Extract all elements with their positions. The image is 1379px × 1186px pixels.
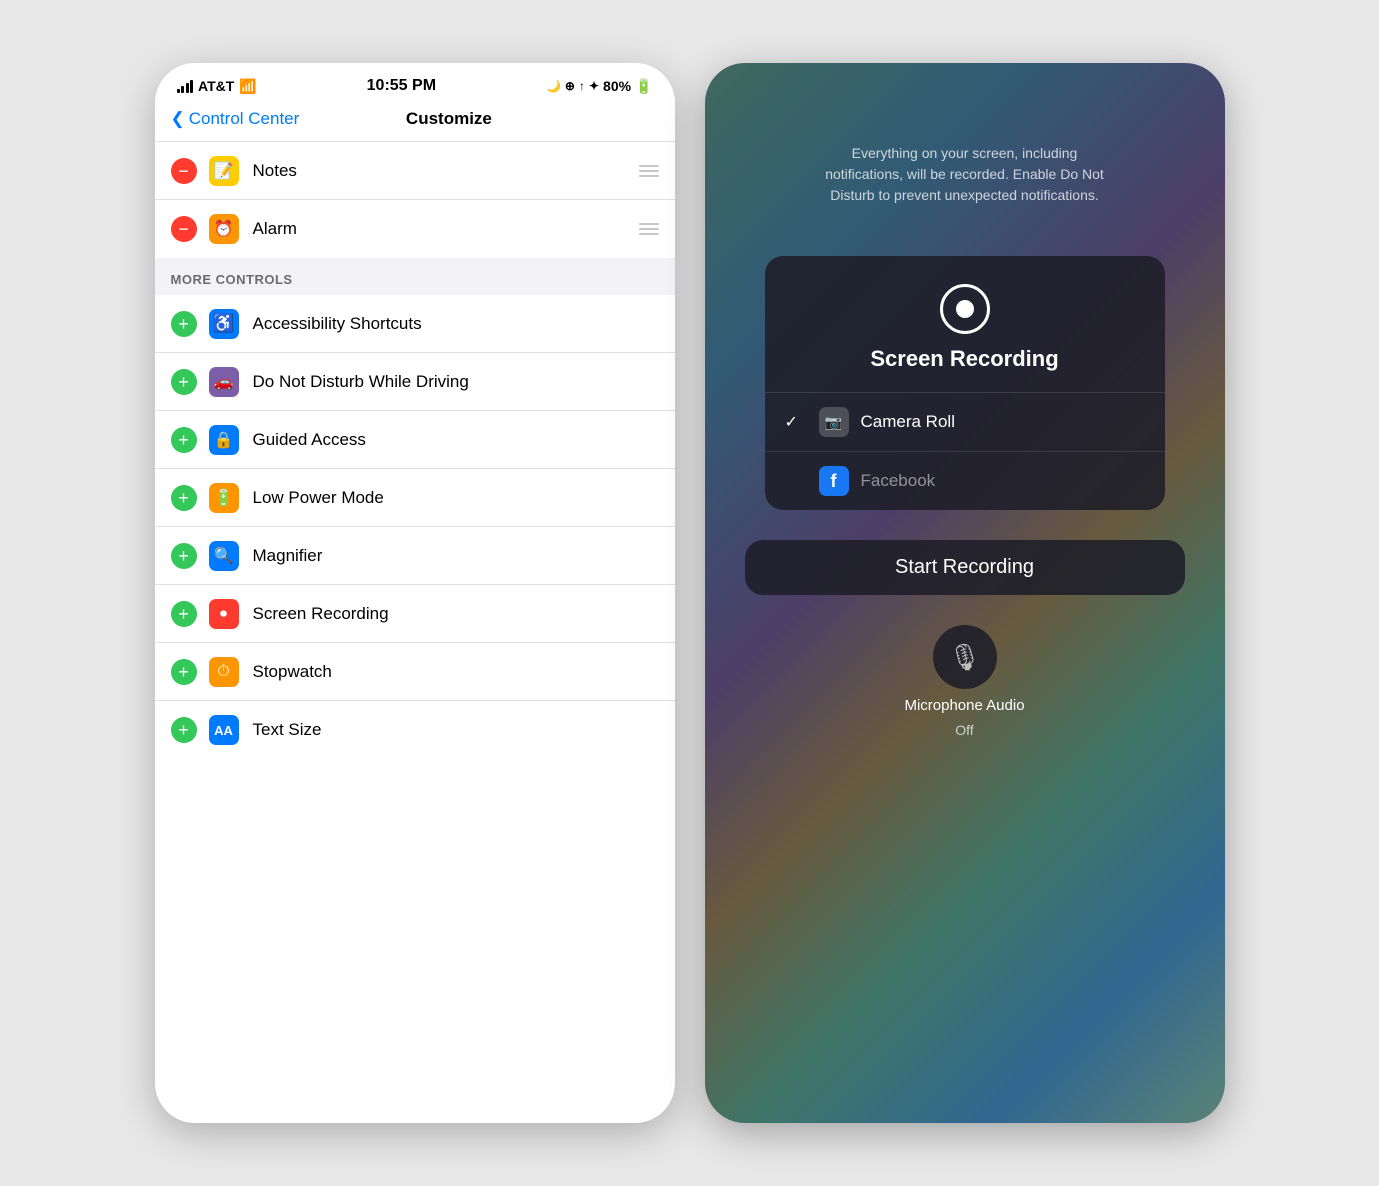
record-inner-circle bbox=[956, 300, 974, 318]
moon-icon: 🌙 bbox=[546, 79, 561, 93]
camera-roll-option[interactable]: ✓ 📷 Camera Roll bbox=[765, 393, 1165, 452]
list-item[interactable]: + 🔒 Guided Access bbox=[155, 411, 675, 469]
lock-icon: 🔒 bbox=[214, 430, 234, 450]
start-recording-button[interactable]: Start Recording bbox=[745, 540, 1185, 595]
battery-icon: 🔋 bbox=[635, 78, 652, 95]
camera-icon: 📷 bbox=[825, 414, 842, 431]
list-item[interactable]: + ⏺ Screen Recording bbox=[155, 585, 675, 643]
notes-label: Notes bbox=[253, 161, 639, 181]
add-button[interactable]: + bbox=[171, 311, 197, 337]
recording-title: Screen Recording bbox=[870, 346, 1058, 372]
record-icon: ⏺ bbox=[220, 605, 227, 622]
low-power-app-icon: 🔋 bbox=[209, 483, 239, 513]
add-button[interactable]: + bbox=[171, 427, 197, 453]
list-item[interactable]: − ⏰ Alarm bbox=[155, 200, 675, 258]
magnifier-icon: 🔍 bbox=[214, 546, 234, 566]
stopwatch-app-icon: ⏱ bbox=[209, 657, 239, 687]
chevron-left-icon: ❮ bbox=[171, 109, 185, 129]
accessibility-icon: ♿ bbox=[212, 313, 234, 334]
add-button[interactable]: + bbox=[171, 717, 197, 743]
left-phone: AT&T 📶 10:55 PM 🌙 ⊕ ↑ ✦ 80% 🔋 ❮ Control … bbox=[155, 63, 675, 1123]
arrow-icon: ↑ bbox=[579, 79, 585, 93]
included-items-section: − 📝 Notes − ⏰ Alarm bbox=[155, 142, 675, 258]
carrier-label: AT&T bbox=[198, 78, 234, 94]
dnd-driving-label: Do Not Disturb While Driving bbox=[253, 372, 659, 392]
status-right: 🌙 ⊕ ↑ ✦ 80% 🔋 bbox=[546, 78, 653, 95]
list-item[interactable]: + ⏱ Stopwatch bbox=[155, 643, 675, 701]
status-left: AT&T 📶 bbox=[177, 78, 257, 95]
microphone-label: Microphone Audio bbox=[904, 697, 1024, 714]
text-size-app-icon: AA bbox=[209, 715, 239, 745]
battery-low-icon: 🔋 bbox=[214, 488, 234, 508]
add-button[interactable]: + bbox=[171, 485, 197, 511]
more-controls-header: MORE CONTROLS bbox=[155, 258, 675, 295]
add-button[interactable]: + bbox=[171, 543, 197, 569]
remove-button[interactable]: − bbox=[171, 216, 197, 242]
status-bar: AT&T 📶 10:55 PM 🌙 ⊕ ↑ ✦ 80% 🔋 bbox=[155, 63, 675, 103]
screen-recording-label: Screen Recording bbox=[253, 604, 659, 624]
stopwatch-label: Stopwatch bbox=[253, 662, 659, 682]
accessibility-app-icon: ♿ bbox=[209, 309, 239, 339]
dnd-driving-app-icon: 🚗 bbox=[209, 367, 239, 397]
more-controls-section: + ♿ Accessibility Shortcuts + 🚗 Do Not D… bbox=[155, 295, 675, 759]
notes-icon: 📝 bbox=[214, 161, 234, 181]
battery-label: 80% bbox=[603, 78, 631, 94]
warning-text: Everything on your screen, including not… bbox=[815, 143, 1115, 206]
alarm-icon: ⏰ bbox=[214, 219, 234, 239]
facebook-icon: f bbox=[819, 466, 849, 496]
recording-header: Screen Recording bbox=[765, 256, 1165, 393]
notes-app-icon: 📝 bbox=[209, 156, 239, 186]
microphone-button[interactable]: 🎙 bbox=[933, 625, 997, 689]
time-label: 10:55 PM bbox=[367, 77, 436, 95]
guided-access-app-icon: 🔒 bbox=[209, 425, 239, 455]
list-item[interactable]: + 🔋 Low Power Mode bbox=[155, 469, 675, 527]
checkmark-icon: ✓ bbox=[785, 412, 805, 432]
back-label: Control Center bbox=[189, 109, 300, 129]
signal-bars bbox=[177, 80, 194, 93]
list-item[interactable]: + ♿ Accessibility Shortcuts bbox=[155, 295, 675, 353]
facebook-label: Facebook bbox=[861, 471, 936, 491]
camera-roll-label: Camera Roll bbox=[861, 412, 955, 432]
magnifier-label: Magnifier bbox=[253, 546, 659, 566]
microphone-sublabel: Off bbox=[955, 722, 973, 738]
alarm-label: Alarm bbox=[253, 219, 639, 239]
microphone-icon: 🎙 bbox=[948, 642, 981, 673]
text-size-icon: AA bbox=[214, 723, 233, 738]
list-item[interactable]: + 🔍 Magnifier bbox=[155, 527, 675, 585]
back-button[interactable]: ❮ Control Center bbox=[171, 109, 300, 129]
list-item[interactable]: + AA Text Size bbox=[155, 701, 675, 759]
nav-bar: ❮ Control Center Customize bbox=[155, 103, 675, 142]
add-button[interactable]: + bbox=[171, 659, 197, 685]
accessibility-label: Accessibility Shortcuts bbox=[253, 314, 659, 334]
nav-title: Customize bbox=[299, 109, 598, 129]
add-button[interactable]: + bbox=[171, 369, 197, 395]
microphone-section: 🎙 Microphone Audio Off bbox=[904, 625, 1024, 738]
add-button[interactable]: + bbox=[171, 601, 197, 627]
facebook-option[interactable]: ✓ f Facebook bbox=[765, 452, 1165, 510]
list-item[interactable]: − 📝 Notes bbox=[155, 142, 675, 200]
camera-roll-icon: 📷 bbox=[819, 407, 849, 437]
car-icon: 🚗 bbox=[214, 372, 234, 392]
stopwatch-icon: ⏱ bbox=[217, 663, 229, 681]
magnifier-app-icon: 🔍 bbox=[209, 541, 239, 571]
low-power-label: Low Power Mode bbox=[253, 488, 659, 508]
alarm-app-icon: ⏰ bbox=[209, 214, 239, 244]
bluetooth-icon: ✦ bbox=[589, 79, 599, 93]
list-item[interactable]: + 🚗 Do Not Disturb While Driving bbox=[155, 353, 675, 411]
drag-handle[interactable] bbox=[639, 223, 659, 235]
remove-button[interactable]: − bbox=[171, 158, 197, 184]
location-icon: ⊕ bbox=[565, 79, 575, 93]
screen-recording-app-icon: ⏺ bbox=[209, 599, 239, 629]
drag-handle[interactable] bbox=[639, 165, 659, 177]
screen-record-icon bbox=[940, 284, 990, 334]
right-phone: Everything on your screen, including not… bbox=[705, 63, 1225, 1123]
wifi-icon: 📶 bbox=[239, 78, 256, 95]
recording-card: Screen Recording ✓ 📷 Camera Roll ✓ f Fac… bbox=[765, 256, 1165, 510]
text-size-label: Text Size bbox=[253, 720, 659, 740]
right-content: Everything on your screen, including not… bbox=[705, 63, 1225, 1123]
guided-access-label: Guided Access bbox=[253, 430, 659, 450]
